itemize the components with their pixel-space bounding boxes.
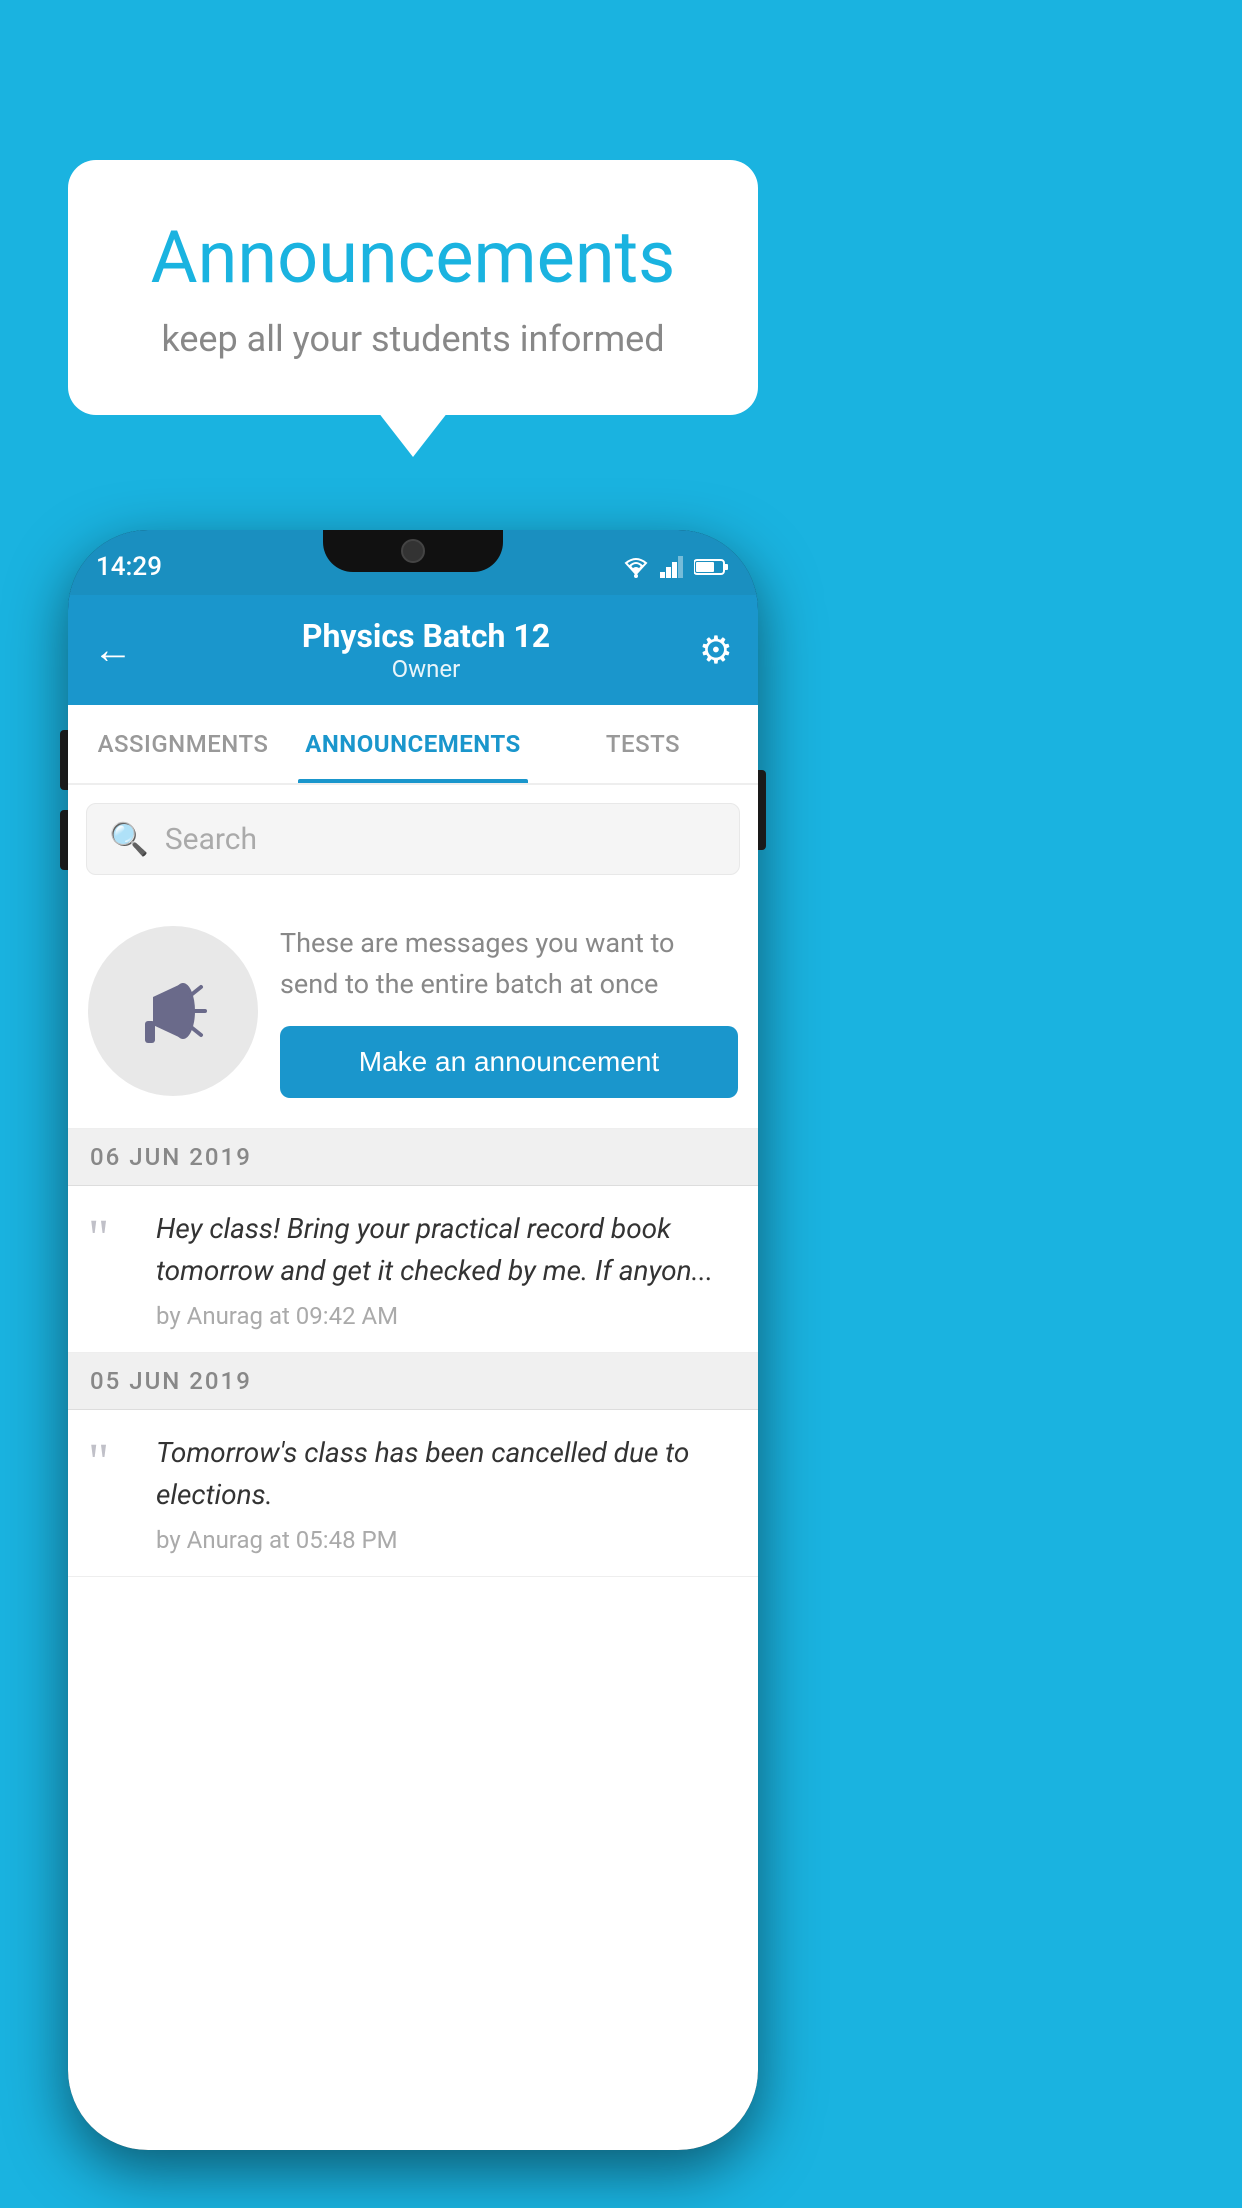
megaphone-icon <box>128 966 218 1056</box>
battery-icon <box>694 558 730 576</box>
empty-state-text: These are messages you want to send to t… <box>280 923 738 1004</box>
phone-notch <box>323 530 503 572</box>
announcement-meta-2: by Anurag at 05:48 PM <box>156 1526 738 1554</box>
tabs-bar: ASSIGNMENTS ANNOUNCEMENTS TESTS <box>68 705 758 785</box>
volume-down-button <box>60 810 68 870</box>
front-camera <box>401 539 425 563</box>
announcement-item-1[interactable]: " Hey class! Bring your practical record… <box>68 1186 758 1353</box>
empty-state: These are messages you want to send to t… <box>68 893 758 1129</box>
settings-icon[interactable]: ⚙ <box>699 628 733 673</box>
announcement-item-2[interactable]: " Tomorrow's class has been cancelled du… <box>68 1410 758 1577</box>
quote-icon-1: " <box>88 1213 138 1265</box>
back-button[interactable]: ← <box>93 630 133 670</box>
quote-icon-2: " <box>88 1437 138 1489</box>
tab-announcements[interactable]: ANNOUNCEMENTS <box>298 705 528 783</box>
phone-mockup: 14:29 <box>68 530 758 2150</box>
date-separator-2: 05 JUN 2019 <box>68 1353 758 1410</box>
announcement-meta-1: by Anurag at 09:42 AM <box>156 1302 738 1330</box>
announcement-content-2: Tomorrow's class has been cancelled due … <box>156 1432 738 1554</box>
announcement-text-1: Hey class! Bring your practical record b… <box>156 1208 738 1292</box>
make-announcement-button[interactable]: Make an announcement <box>280 1026 738 1098</box>
tab-tests[interactable]: TESTS <box>528 705 758 783</box>
header-title-group: Physics Batch 12 Owner <box>153 617 699 683</box>
search-bar[interactable]: 🔍 Search <box>86 803 740 875</box>
power-button <box>758 770 766 850</box>
search-placeholder: Search <box>165 822 257 857</box>
megaphone-circle <box>88 926 258 1096</box>
announcement-text-2: Tomorrow's class has been cancelled due … <box>156 1432 738 1516</box>
phone-content: 🔍 Search <box>68 785 758 2150</box>
status-time: 14:29 <box>96 552 162 582</box>
app-header: ← Physics Batch 12 Owner ⚙ <box>68 595 758 705</box>
search-icon: 🔍 <box>109 820 149 858</box>
header-batch-name: Physics Batch 12 <box>153 617 699 655</box>
speech-bubble: Announcements keep all your students inf… <box>68 160 758 415</box>
phone-screen: 14:29 <box>68 530 758 2150</box>
status-icons <box>622 556 730 578</box>
bubble-subtitle: keep all your students informed <box>118 318 708 360</box>
signal-icon <box>660 556 684 578</box>
speech-bubble-card: Announcements keep all your students inf… <box>68 160 758 415</box>
tab-assignments[interactable]: ASSIGNMENTS <box>68 705 298 783</box>
volume-up-button <box>60 730 68 790</box>
header-role: Owner <box>153 655 699 683</box>
wifi-icon <box>622 556 650 578</box>
empty-state-content: These are messages you want to send to t… <box>280 923 738 1098</box>
date-separator-1: 06 JUN 2019 <box>68 1129 758 1186</box>
bubble-title: Announcements <box>118 215 708 300</box>
announcement-content-1: Hey class! Bring your practical record b… <box>156 1208 738 1330</box>
